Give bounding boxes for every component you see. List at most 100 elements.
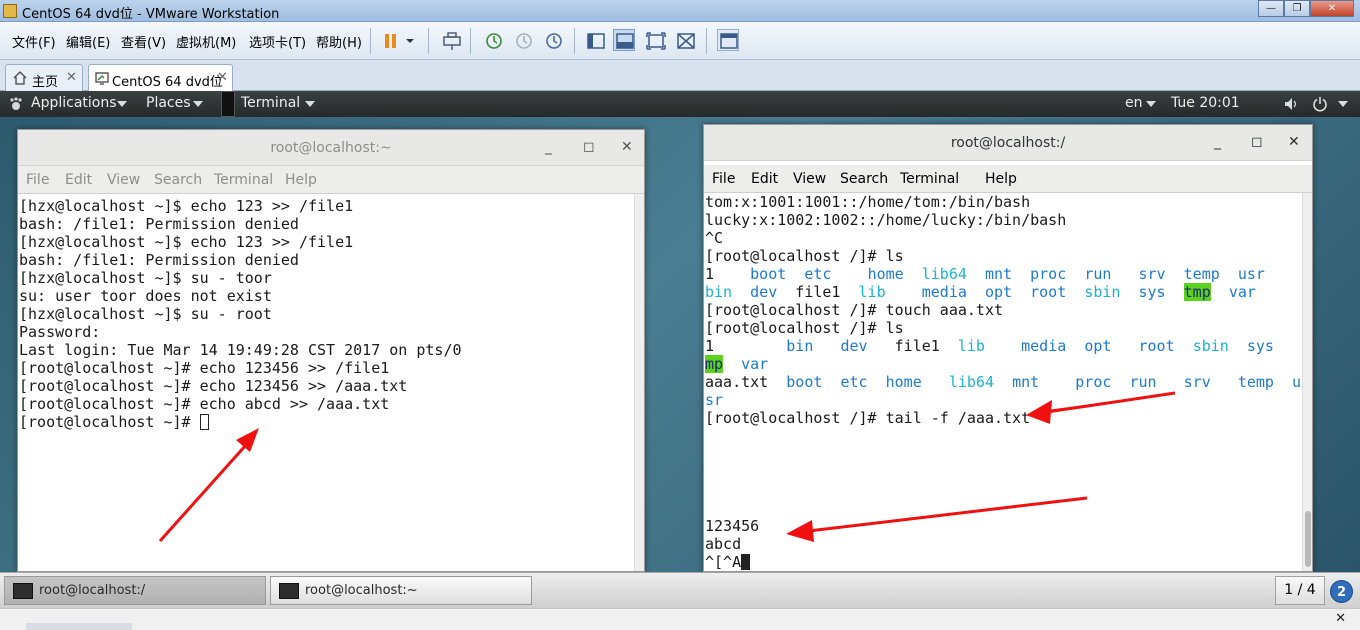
terminal-line: [root@localhost /]# tail -f /aaa.txt <box>705 409 1301 427</box>
terminal-text-segment: u <box>1292 373 1301 391</box>
terminal-left-output[interactable]: [hzx@localhost ~]$ echo 123 >> /file1 bas… <box>19 194 631 571</box>
menu-search[interactable]: Search <box>840 171 888 187</box>
menu-edit[interactable]: 编辑(E) <box>66 32 110 51</box>
workspace-indicator[interactable]: 1 / 4 <box>1275 576 1325 605</box>
applications-menu[interactable]: Applications <box>31 95 117 111</box>
taskbar-item-root-home[interactable]: root@localhost:~ <box>270 576 532 605</box>
terminal-line: [hzx@localhost ~]$ echo 123 >> /file1 <box>19 197 631 215</box>
terminal-right-maximize-icon[interactable]: ◻ <box>1251 134 1263 150</box>
thumbnail-view-icon[interactable] <box>717 29 739 51</box>
input-language-indicator[interactable]: en <box>1125 95 1143 111</box>
terminal-line: [root@localhost ~]# echo 123456 >> /aaa.… <box>19 377 631 395</box>
terminal-left-scrollbar[interactable] <box>634 194 644 571</box>
menu-view[interactable]: 查看(V) <box>121 32 166 51</box>
terminal-right-scrollbar[interactable] <box>1302 193 1312 571</box>
terminal-right-titlebar[interactable]: root@localhost:/ _ ◻ ✕ <box>704 125 1312 161</box>
chevron-down-icon <box>1146 101 1156 107</box>
snapshot-manager-icon[interactable] <box>542 29 564 51</box>
chevron-down-icon <box>193 101 203 107</box>
terminal-line: [root@localhost ~]# <box>19 413 631 431</box>
terminal-left-maximize-icon[interactable]: ◻ <box>583 139 595 155</box>
clock[interactable]: Tue 20:01 <box>1171 95 1240 111</box>
library-view-icon[interactable] <box>584 29 606 51</box>
fullscreen-icon[interactable] <box>644 29 666 51</box>
scrollbar-thumb[interactable] <box>1305 511 1311 567</box>
places-menu[interactable]: Places <box>146 95 191 111</box>
menu-edit[interactable]: Edit <box>65 172 92 188</box>
menu-file[interactable]: File <box>26 172 49 188</box>
terminal-line: [hzx@localhost ~]$ su - toor <box>19 269 631 287</box>
terminal-line: Password: <box>19 323 631 341</box>
terminal-line: Last login: Tue Mar 14 19:49:28 CST 2017… <box>19 341 631 359</box>
terminal-text-segment: 123456 <box>705 517 760 535</box>
terminal-line: 123456 <box>705 517 1301 535</box>
toolbar-separator <box>370 28 371 54</box>
menu-file[interactable]: 文件(F) <box>12 32 56 51</box>
tab-centos[interactable]: CentOS 64 dvd位 ✕ <box>88 64 233 91</box>
menu-terminal[interactable]: Terminal <box>900 171 959 187</box>
send-keys-icon[interactable] <box>440 29 462 51</box>
terminal-window-left: root@localhost:~ _ ◻ ✕ File Edit View Se… <box>17 129 645 572</box>
terminal-line-text: bash: /file1: Permission denied <box>19 251 299 269</box>
chevron-down-icon <box>1338 101 1348 107</box>
terminal-right-minimize-icon[interactable]: _ <box>1214 134 1221 150</box>
notification-badge[interactable]: 2 <box>1330 580 1353 603</box>
tab-centos-close-icon[interactable]: ✕ <box>217 70 228 85</box>
menu-help[interactable]: 帮助(H) <box>316 32 362 51</box>
terminal-text-segment: file1 <box>777 283 859 301</box>
status-close-icon[interactable]: ✕ <box>1335 611 1346 626</box>
terminal-text-segment: bin <box>786 337 814 355</box>
terminal-app-menu[interactable]: Terminal <box>241 95 300 111</box>
tab-home-label: 主页 <box>32 75 59 90</box>
menu-vm[interactable]: 虚拟机(M) <box>176 32 236 51</box>
menu-terminal[interactable]: Terminal <box>214 172 273 188</box>
terminal-line: bash: /file1: Permission denied <box>19 251 631 269</box>
terminal-left-close-icon[interactable]: ✕ <box>621 139 633 155</box>
snapshot-icon[interactable] <box>482 29 504 51</box>
terminal-text-segment: opt <box>984 283 1013 301</box>
revert-snapshot-icon[interactable] <box>512 29 534 51</box>
terminal-line: [hzx@localhost ~]$ echo 123 >> /file1 <box>19 233 631 251</box>
unity-icon[interactable] <box>674 29 696 51</box>
menu-help[interactable]: Help <box>985 171 1017 187</box>
status-tab <box>26 623 132 630</box>
terminal-line: [root@localhost ~]# echo 123456 >> /file… <box>19 359 631 377</box>
gnome-foot-icon <box>10 97 22 110</box>
power-icon[interactable] <box>1312 96 1328 112</box>
minimize-button[interactable]: — <box>1258 0 1284 17</box>
menu-file[interactable]: File <box>712 171 735 187</box>
close-button[interactable]: ✕ <box>1310 0 1354 17</box>
menu-view[interactable]: View <box>793 171 826 187</box>
terminal-line-text: [hzx@localhost ~]$ su - toor <box>19 269 272 287</box>
terminal-text-segment: proc <box>1075 373 1112 391</box>
terminal-right-output[interactable]: tom:x:1001:1001::/home/tom:/bin/bash luck… <box>705 193 1301 571</box>
terminal-left-menubar: File Edit View Search Terminal Help <box>18 166 644 194</box>
menu-edit[interactable]: Edit <box>751 171 778 187</box>
taskbar-item-root-slash[interactable]: root@localhost:/ <box>4 576 266 605</box>
volume-icon[interactable] <box>1284 96 1300 112</box>
terminal-text-segment: sbin <box>1084 283 1121 301</box>
terminal-left-titlebar[interactable]: root@localhost:~ _ ◻ ✕ <box>18 130 644 166</box>
console-view-icon[interactable] <box>613 29 635 51</box>
menu-search[interactable]: Search <box>154 172 202 188</box>
terminal-left-minimize-icon[interactable]: _ <box>545 139 552 155</box>
tab-home-close-icon[interactable]: ✕ <box>66 70 77 85</box>
tab-home[interactable]: 主页 ✕ <box>5 64 83 91</box>
chevron-down-icon[interactable] <box>402 29 424 51</box>
menu-tabs[interactable]: 选项卡(T) <box>249 32 306 51</box>
pause-icon[interactable] <box>380 29 402 51</box>
maximize-button[interactable]: ❐ <box>1284 0 1310 17</box>
terminal-text-segment: var <box>741 355 769 373</box>
terminal-right-close-icon[interactable]: ✕ <box>1288 134 1300 150</box>
menu-view[interactable]: View <box>107 172 140 188</box>
vmware-tab-strip: 主页 ✕ CentOS 64 dvd位 ✕ <box>0 60 1360 91</box>
terminal-text-segment: [root@localhost /]# ls <box>705 319 904 337</box>
menu-help[interactable]: Help <box>285 172 317 188</box>
